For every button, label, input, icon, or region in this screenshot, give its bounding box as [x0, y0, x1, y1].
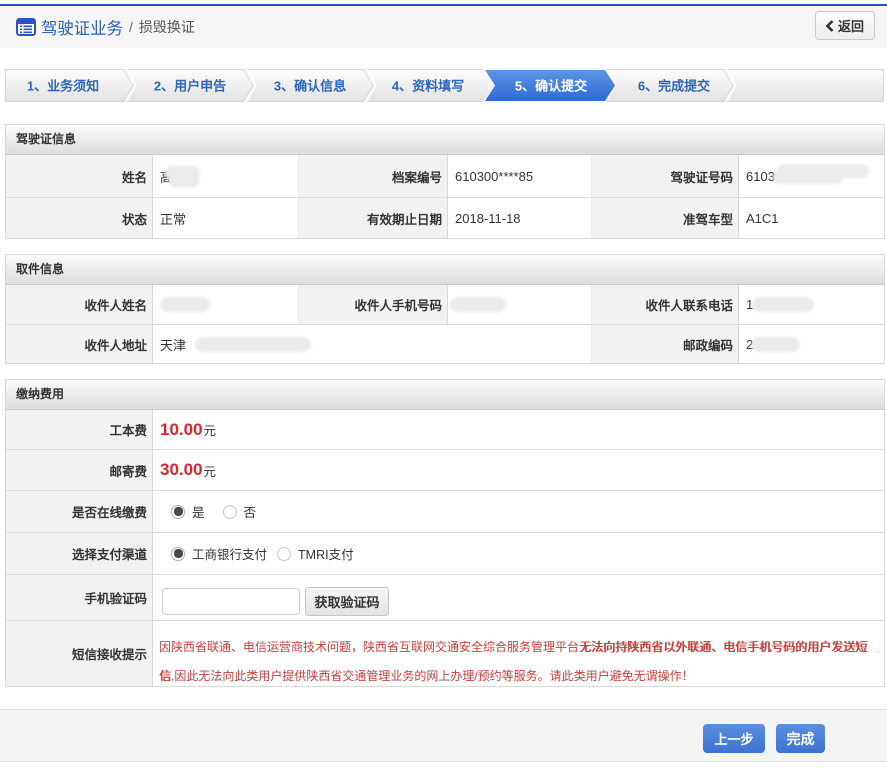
- svg-text:3、确认信息: 3、确认信息: [274, 79, 346, 94]
- svg-text:1、业务须知: 1、业务须知: [27, 79, 99, 94]
- svg-text:4、资料填写: 4、资料填写: [392, 79, 464, 94]
- svg-text:5、确认提交: 5、确认提交: [515, 79, 587, 94]
- svg-text:6、完成提交: 6、完成提交: [638, 79, 710, 94]
- svg-text:2、用户申告: 2、用户申告: [154, 79, 226, 94]
